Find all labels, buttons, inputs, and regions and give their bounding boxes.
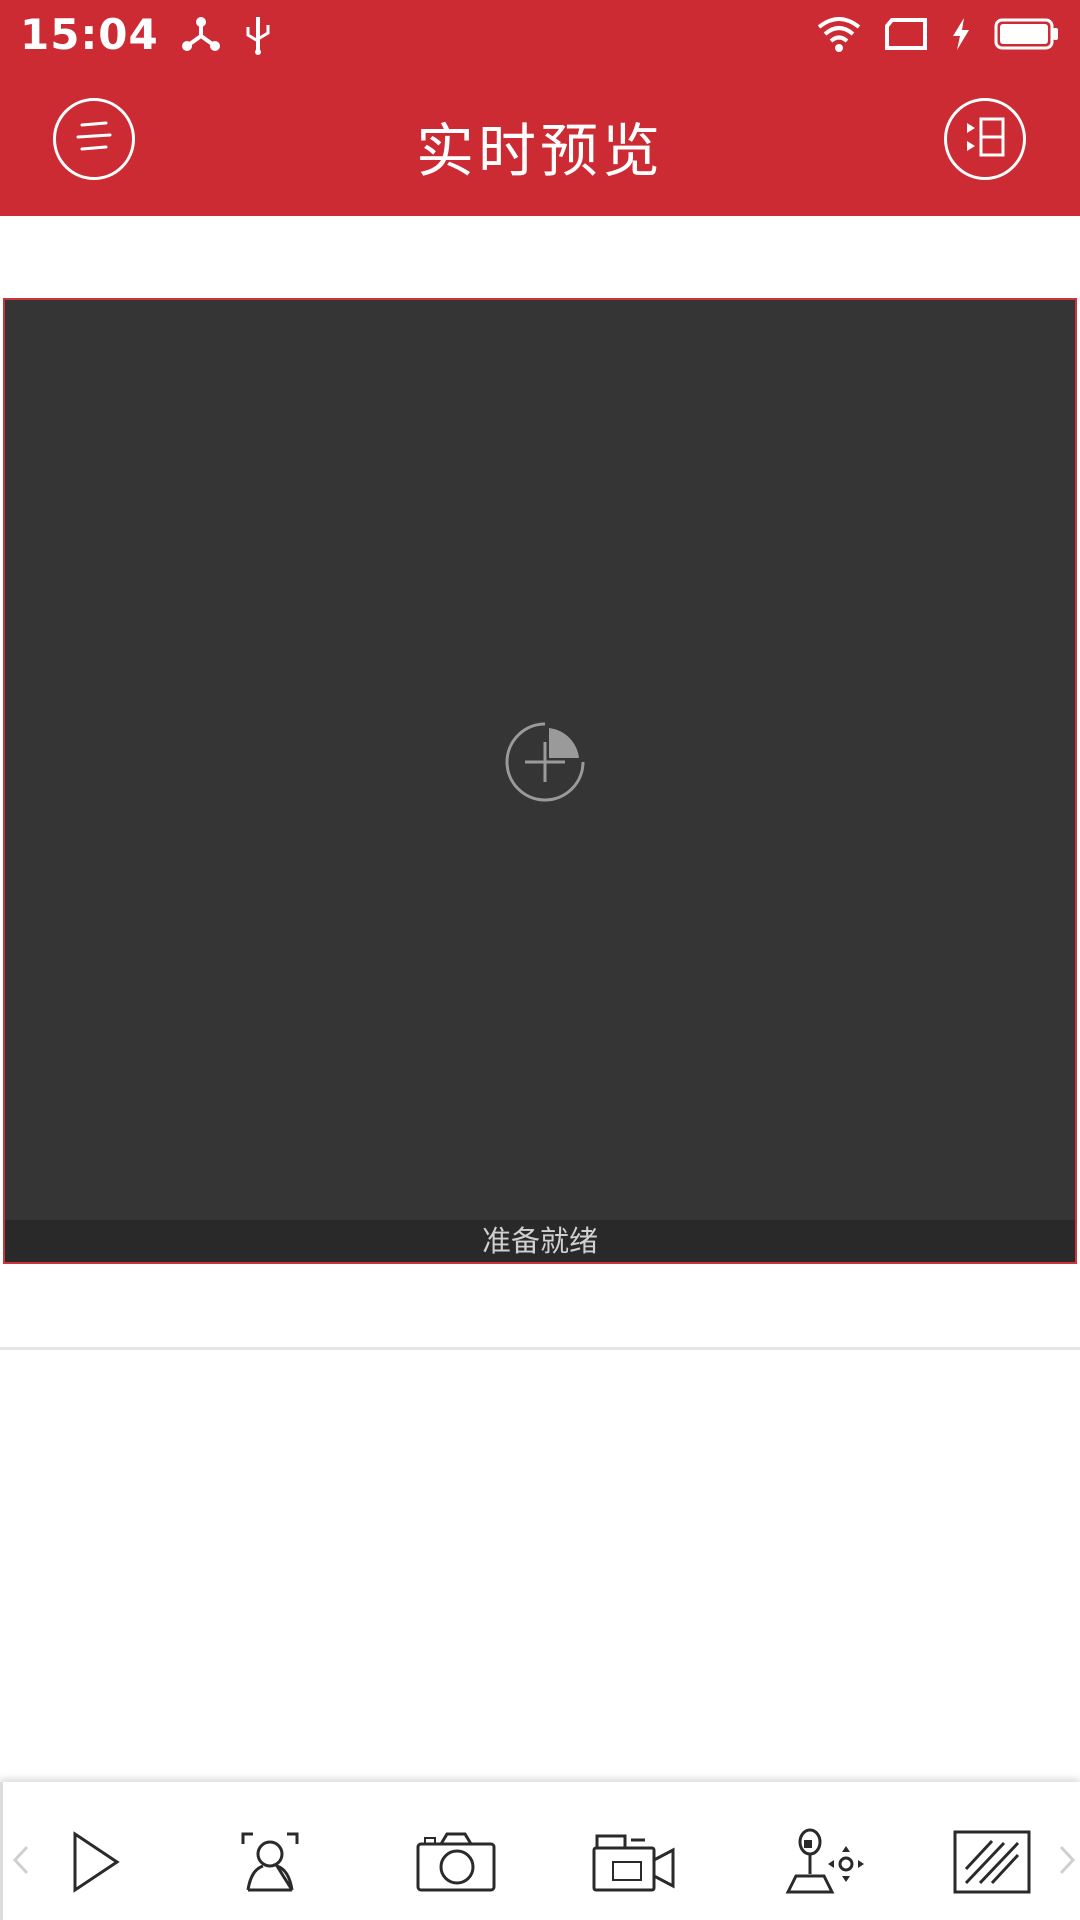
status-bar: 15:04	[0, 0, 1080, 68]
record-video-icon	[591, 1830, 677, 1898]
face-detect-icon	[239, 1830, 301, 1898]
image-quality-icon	[952, 1829, 1032, 1899]
app-header: 实时预览	[0, 68, 1080, 216]
channel-list-button[interactable]	[944, 98, 1026, 180]
screen-rotate-icon	[884, 17, 928, 51]
divider	[0, 1347, 1080, 1350]
add-camera-icon	[503, 722, 587, 808]
record-button[interactable]	[589, 1824, 679, 1904]
bottom-toolbar	[0, 1782, 1080, 1920]
page-title: 实时预览	[415, 117, 664, 185]
network-hub-icon	[181, 14, 221, 54]
add-camera-button[interactable]	[503, 720, 587, 804]
video-status-text: 准备就绪	[5, 1220, 1075, 1262]
usb-icon	[243, 13, 273, 55]
snapshot-button[interactable]	[411, 1824, 501, 1904]
face-detect-button[interactable]	[225, 1824, 315, 1904]
status-time: 15:04	[20, 9, 159, 59]
play-button[interactable]	[51, 1824, 141, 1904]
wifi-icon	[816, 14, 862, 54]
snapshot-camera-icon	[415, 1830, 497, 1898]
channel-list-icon	[961, 113, 1009, 165]
play-icon	[69, 1830, 123, 1898]
battery-icon	[994, 17, 1060, 51]
image-quality-button[interactable]	[947, 1824, 1037, 1904]
ptz-control-button[interactable]	[779, 1824, 869, 1904]
video-preview-window[interactable]: 准备就绪	[3, 298, 1077, 1264]
charging-icon	[950, 17, 972, 51]
ptz-joystick-icon	[782, 1828, 866, 1900]
chevron-right-icon[interactable]	[1055, 1840, 1079, 1880]
chevron-left-icon[interactable]	[9, 1840, 33, 1880]
